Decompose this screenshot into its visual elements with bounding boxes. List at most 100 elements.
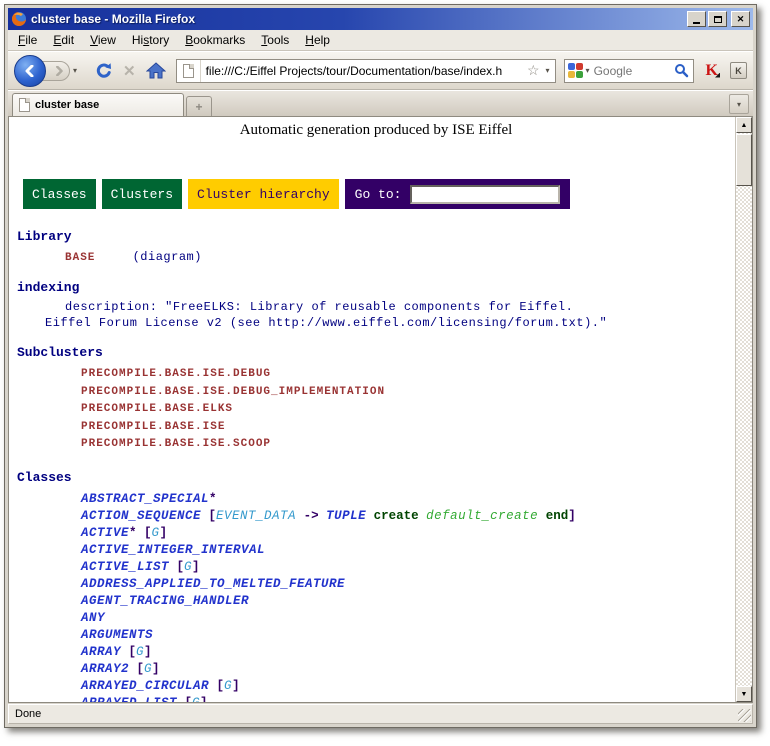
class-link[interactable]: ACTION_SEQUENCE xyxy=(81,509,201,523)
menu-bar: File Edit View History Bookmarks Tools H… xyxy=(8,30,753,51)
class-text-segment: G xyxy=(192,696,200,703)
search-box[interactable]: ▾ xyxy=(564,59,694,83)
status-text: Done xyxy=(15,708,41,720)
class-link[interactable]: TUPLE xyxy=(326,509,366,523)
class-text-segment: * xyxy=(209,492,217,506)
class-text-segment: [ xyxy=(177,696,192,703)
tab-cluster-base[interactable]: cluster base xyxy=(12,93,184,116)
minimize-icon xyxy=(693,22,700,24)
menu-bookmarks[interactable]: Bookmarks xyxy=(177,31,253,49)
class-link[interactable]: ACTIVE_LIST xyxy=(81,560,169,574)
reload-icon xyxy=(95,62,113,80)
home-button[interactable] xyxy=(146,62,166,79)
menu-file[interactable]: File xyxy=(10,31,45,49)
class-row: AGENT_TRACING_HANDLER xyxy=(81,593,735,610)
cluster-hierarchy-button[interactable]: Cluster hierarchy xyxy=(188,179,339,209)
class-link[interactable]: ANY xyxy=(81,611,105,625)
menu-edit[interactable]: Edit xyxy=(45,31,82,49)
address-bar[interactable]: file:///C:/Eiffel Projects/tour/Document… xyxy=(176,59,556,83)
list-all-tabs-button[interactable]: ▾ xyxy=(729,94,749,114)
home-icon xyxy=(146,62,166,79)
menu-history[interactable]: History xyxy=(124,31,177,49)
class-text-segment: [ xyxy=(209,679,224,693)
subcluster-link[interactable]: PRECOMPILE.BASE.ELKS xyxy=(81,401,735,419)
menu-tools[interactable]: Tools xyxy=(253,31,297,49)
k-extension-button[interactable]: K xyxy=(730,62,747,79)
class-link[interactable]: ACTIVE_INTEGER_INTERVAL xyxy=(81,543,265,557)
class-text-segment: ] xyxy=(200,696,208,703)
class-text-segment: [ xyxy=(201,509,216,523)
scroll-up-button[interactable]: ▲ xyxy=(736,117,752,133)
vertical-scrollbar[interactable]: ▲ ▼ xyxy=(735,117,752,702)
goto-input[interactable] xyxy=(410,185,560,204)
maximize-button[interactable] xyxy=(708,11,727,27)
class-text-segment: G xyxy=(152,526,160,540)
subcluster-link[interactable]: PRECOMPILE.BASE.ISE.DEBUG xyxy=(81,366,735,384)
close-button[interactable]: ✕ xyxy=(731,11,750,27)
tab-bar: cluster base + ▾ xyxy=(8,90,753,116)
class-text-segment: ] xyxy=(192,560,200,574)
class-link[interactable]: ARGUMENTS xyxy=(81,628,153,642)
url-dropdown-button[interactable]: ▾ xyxy=(546,66,550,75)
stop-button[interactable]: ✕ xyxy=(123,62,136,80)
base-cluster-link[interactable]: BASE xyxy=(65,252,95,264)
class-text-segment: G xyxy=(144,662,152,676)
class-text-segment: [ xyxy=(137,526,152,540)
history-dropdown-button[interactable]: ▾ xyxy=(73,66,77,75)
class-text-segment: ] xyxy=(568,509,576,523)
search-input[interactable] xyxy=(590,64,674,78)
class-row: ADDRESS_APPLIED_TO_MELTED_FEATURE xyxy=(81,576,735,593)
google-engine-icon xyxy=(568,63,583,78)
class-row: ACTIVE_INTEGER_INTERVAL xyxy=(81,542,735,559)
class-link[interactable]: AGENT_TRACING_HANDLER xyxy=(81,594,249,608)
page-favicon-icon xyxy=(183,64,194,78)
classes-list: ABSTRACT_SPECIAL*ACTION_SEQUENCE [EVENT_… xyxy=(81,491,735,703)
class-text-segment: [ xyxy=(129,662,144,676)
class-text-segment: ] xyxy=(144,645,152,659)
class-link[interactable]: ARRAY2 xyxy=(81,662,129,676)
class-text-segment: G xyxy=(224,679,232,693)
scroll-thumb[interactable] xyxy=(736,134,752,186)
new-tab-button[interactable]: + xyxy=(186,96,212,116)
close-icon: ✕ xyxy=(737,14,745,25)
indexing-line-2: Eiffel Forum License v2 (see http://www.… xyxy=(45,316,735,330)
search-go-icon[interactable] xyxy=(674,63,689,78)
menu-help[interactable]: Help xyxy=(297,31,338,49)
minimize-button[interactable] xyxy=(687,11,706,27)
subcluster-link[interactable]: PRECOMPILE.BASE.ISE.DEBUG_IMPLEMENTATION xyxy=(81,384,735,402)
class-link[interactable]: ABSTRACT_SPECIAL xyxy=(81,492,209,506)
clusters-button[interactable]: Clusters xyxy=(102,179,182,209)
kaspersky-icon[interactable]: K xyxy=(706,62,718,80)
class-row: ARRAYED_LIST [G] xyxy=(81,695,735,703)
class-link[interactable]: ARRAYED_CIRCULAR xyxy=(81,679,209,693)
classes-heading: Classes xyxy=(17,470,735,486)
url-text[interactable]: file:///C:/Eiffel Projects/tour/Document… xyxy=(201,64,527,78)
class-text-segment: EVENT_DATA xyxy=(216,509,296,523)
subclusters-heading: Subclusters xyxy=(17,345,735,361)
diagram-link[interactable]: (diagram) xyxy=(133,250,202,264)
class-text-segment: -> xyxy=(296,509,326,523)
class-link[interactable]: ACTIVE xyxy=(81,526,129,540)
class-row: ANY xyxy=(81,610,735,627)
class-text-segment: ] xyxy=(152,662,160,676)
resize-grip[interactable] xyxy=(738,709,751,722)
reload-button[interactable] xyxy=(95,62,113,80)
site-identity[interactable] xyxy=(177,60,201,82)
back-arrow-icon xyxy=(24,65,36,77)
class-row: ACTIVE_LIST [G] xyxy=(81,559,735,576)
back-button[interactable] xyxy=(14,55,46,87)
firefox-logo-icon xyxy=(11,11,27,27)
maximize-icon xyxy=(714,16,722,23)
subcluster-link[interactable]: PRECOMPILE.BASE.ISE xyxy=(81,419,735,437)
subcluster-link[interactable]: PRECOMPILE.BASE.ISE.SCOOP xyxy=(81,436,735,454)
class-text-segment: default_create xyxy=(426,509,538,523)
bookmark-star-icon[interactable]: ☆ xyxy=(527,62,540,79)
tab-label: cluster base xyxy=(35,99,99,111)
class-link[interactable]: ARRAY xyxy=(81,645,121,659)
menu-view[interactable]: View xyxy=(82,31,124,49)
class-link[interactable]: ARRAYED_LIST xyxy=(81,696,177,703)
forward-arrow-icon xyxy=(54,66,64,76)
classes-button[interactable]: Classes xyxy=(23,179,96,209)
class-link[interactable]: ADDRESS_APPLIED_TO_MELTED_FEATURE xyxy=(81,577,345,591)
scroll-down-button[interactable]: ▼ xyxy=(736,686,752,702)
